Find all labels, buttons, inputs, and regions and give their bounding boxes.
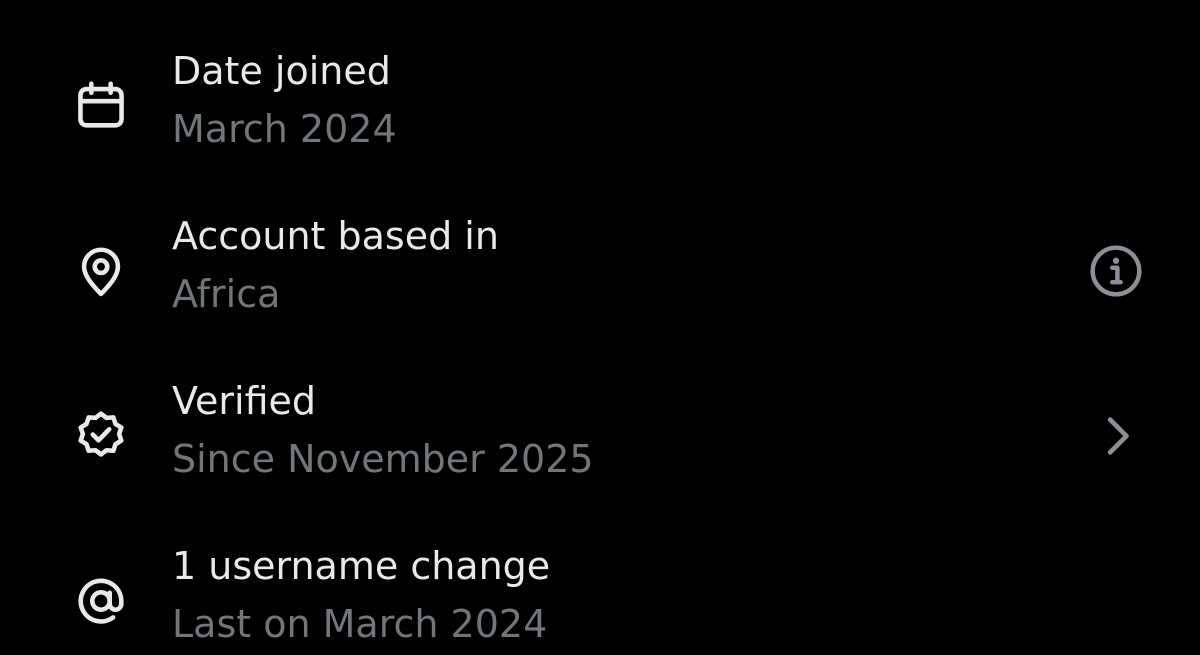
info-icon[interactable] — [1088, 243, 1144, 299]
date-joined-title: Date joined — [172, 49, 391, 93]
date-joined-row: Date joined March 2024 — [0, 40, 1200, 190]
account-info-list: Date joined March 2024 Account based in … — [0, 0, 1200, 655]
account-location-value: Africa — [172, 272, 281, 316]
account-location-title: Account based in — [172, 214, 499, 258]
verified-since-value: Since November 2025 — [172, 437, 594, 481]
account-location-row: Account based in Africa — [0, 205, 1200, 355]
username-change-value: Last on March 2024 — [172, 602, 548, 646]
calendar-icon — [72, 77, 130, 135]
location-pin-icon — [72, 242, 130, 300]
verified-badge-icon — [72, 407, 130, 465]
chevron-right-icon[interactable] — [1088, 408, 1144, 464]
verified-title: Verified — [172, 379, 317, 423]
date-joined-value: March 2024 — [172, 107, 397, 151]
username-change-title: 1 username change — [172, 544, 551, 588]
username-change-row: 1 username change Last on March 2024 — [0, 535, 1200, 655]
verified-row[interactable]: Verified Since November 2025 — [0, 370, 1200, 520]
at-sign-icon — [72, 572, 130, 630]
